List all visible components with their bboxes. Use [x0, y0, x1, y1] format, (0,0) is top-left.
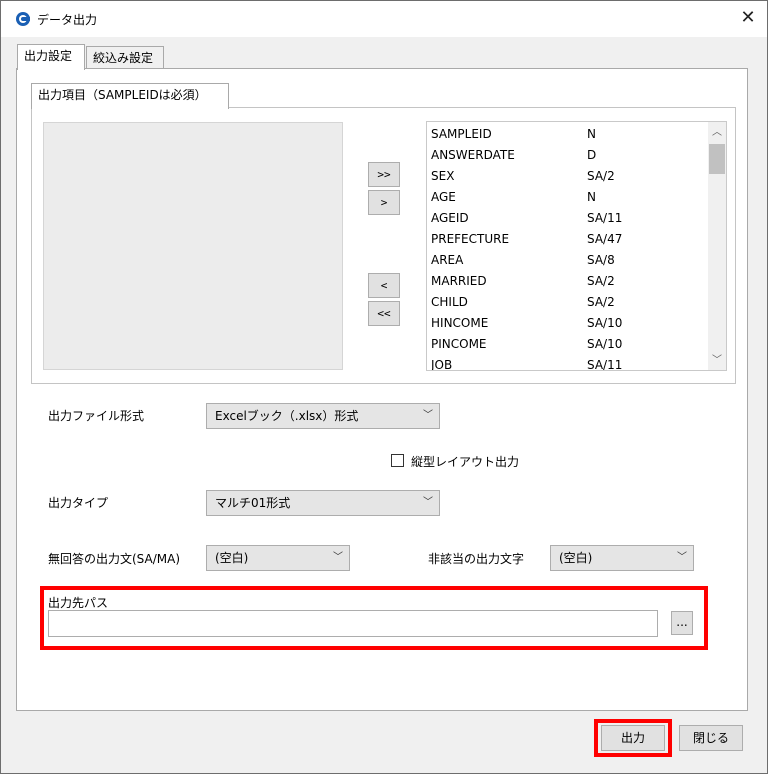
not-applicable-select[interactable]: (空白) ﹀	[550, 545, 694, 571]
item-type: D	[587, 148, 597, 162]
available-items-list[interactable]	[43, 122, 343, 370]
scroll-up-icon[interactable]: ︿	[708, 124, 726, 142]
item-name: ANSWERDATE	[431, 148, 515, 162]
file-format-label: 出力ファイル形式	[48, 409, 145, 423]
app-icon	[16, 12, 30, 26]
output-path-input[interactable]	[48, 610, 658, 637]
list-item[interactable]: HINCOME SA/10	[431, 313, 622, 334]
item-type: N	[587, 190, 596, 204]
file-format-select[interactable]: Excelブック（.xlsx）形式 ﹀	[206, 403, 440, 429]
tab-output-items[interactable]: 出力項目（SAMPLEIDは必須）	[31, 83, 229, 109]
add-all-button[interactable]: >>	[368, 162, 400, 187]
remove-all-button[interactable]: <<	[368, 301, 400, 326]
item-name: AREA	[431, 253, 464, 267]
item-name: MARRIED	[431, 274, 487, 288]
list-item[interactable]: SAMPLEID N	[431, 124, 596, 145]
item-name: HINCOME	[431, 316, 489, 330]
no-answer-label: 無回答の出力文(SA/MA)	[48, 552, 181, 566]
list-scrollbar[interactable]: ︿ ﹀	[708, 122, 726, 370]
list-item[interactable]: AREA SA/8	[431, 250, 615, 271]
remove-button[interactable]: <	[368, 273, 400, 298]
list-item[interactable]: PINCOME SA/10	[431, 334, 622, 355]
output-type-label: 出力タイプ	[48, 496, 109, 510]
close-button[interactable]: 閉じる	[679, 725, 743, 751]
scroll-thumb[interactable]	[709, 144, 725, 174]
browse-button[interactable]: ...	[671, 611, 693, 635]
not-applicable-value: (空白)	[559, 551, 593, 565]
output-type-select[interactable]: マルチ01形式 ﹀	[206, 490, 440, 516]
vertical-layout-label: 縦型レイアウト出力	[411, 455, 520, 469]
file-format-value: Excelブック（.xlsx）形式	[215, 409, 359, 423]
item-name: JOB	[431, 358, 453, 371]
vertical-layout-checkbox[interactable]	[391, 454, 404, 467]
item-name: PINCOME	[431, 337, 487, 351]
item-type: SA/11	[587, 211, 623, 225]
item-type: SA/8	[587, 253, 615, 267]
chevron-down-icon: ﹀	[333, 552, 343, 563]
tab-output-settings[interactable]: 出力設定	[17, 44, 85, 70]
window-title: データ出力	[37, 13, 98, 27]
close-icon[interactable]: ✕	[737, 5, 759, 31]
item-name: AGEID	[431, 211, 469, 225]
add-button[interactable]: >	[368, 190, 400, 215]
item-name: PREFECTURE	[431, 232, 510, 246]
selected-items-list[interactable]: SAMPLEID N ANSWERDATE D SEX SA/2 AGE N AGEID…	[426, 121, 727, 371]
item-type: SA/11	[587, 358, 623, 371]
output-path-label: 出力先パス	[48, 596, 109, 610]
chevron-down-icon: ﹀	[677, 552, 687, 563]
item-name: SAMPLEID	[431, 127, 492, 141]
list-item[interactable]: MARRIED SA/2	[431, 271, 615, 292]
list-item[interactable]: ANSWERDATE D	[431, 145, 596, 166]
chevron-down-icon: ﹀	[423, 497, 433, 508]
output-button[interactable]: 出力	[601, 725, 665, 751]
title-bar: データ出力 ✕	[1, 1, 767, 37]
no-answer-value: (空白)	[215, 551, 249, 565]
item-name: AGE	[431, 190, 456, 204]
tab-filter-settings[interactable]: 絞込み設定	[86, 46, 164, 70]
not-applicable-label: 非該当の出力文字	[428, 552, 525, 566]
item-type: SA/10	[587, 337, 623, 351]
list-item[interactable]: PREFECTURE SA/47	[431, 229, 622, 250]
scroll-down-icon[interactable]: ﹀	[708, 352, 726, 370]
item-type: SA/2	[587, 169, 615, 183]
chevron-down-icon: ﹀	[423, 410, 433, 421]
list-item[interactable]: CHILD SA/2	[431, 292, 615, 313]
item-name: SEX	[431, 169, 455, 183]
item-type: SA/10	[587, 316, 623, 330]
item-name: CHILD	[431, 295, 468, 309]
output-type-value: マルチ01形式	[215, 496, 291, 510]
item-type: SA/2	[587, 295, 615, 309]
item-type: N	[587, 127, 596, 141]
list-item[interactable]: JOB SA/11	[431, 355, 622, 371]
item-type: SA/2	[587, 274, 615, 288]
list-item[interactable]: SEX SA/2	[431, 166, 615, 187]
item-type: SA/47	[587, 232, 623, 246]
list-item[interactable]: AGE N	[431, 187, 596, 208]
no-answer-select[interactable]: (空白) ﹀	[206, 545, 350, 571]
list-item[interactable]: AGEID SA/11	[431, 208, 622, 229]
